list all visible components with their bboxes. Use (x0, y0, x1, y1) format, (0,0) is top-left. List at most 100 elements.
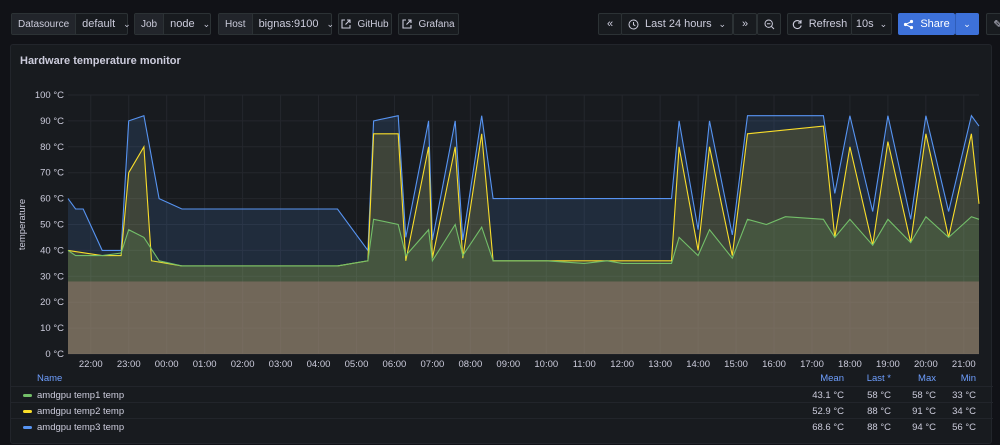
y-tick-label: 10 °C (40, 323, 64, 334)
x-tick-label: 03:00 (269, 359, 293, 370)
legend-row[interactable]: amdgpu temp2 temp 52.9 °C 88 °C 91 °C 34 °C (11, 402, 993, 419)
time-range-value: Last 24 hours (645, 18, 712, 30)
github-link-button[interactable]: GitHub (338, 13, 392, 35)
legend-stat-value: 88 °C (867, 422, 891, 433)
legend-column-header[interactable]: Mean (820, 373, 844, 384)
legend-stat-value: 88 °C (867, 406, 891, 417)
legend-column-header[interactable]: Max (918, 373, 936, 384)
dashboard-toolbar: Datasource default ⌄ Job node ⌄ Host bigna… (0, 0, 1000, 46)
legend-stat-value: 58 °C (912, 390, 936, 401)
legend-stat-value: 33 °C (952, 390, 976, 401)
external-link-icon (402, 19, 412, 29)
x-tick-label: 18:00 (838, 359, 862, 370)
y-tick-label: 100 °C (35, 90, 64, 101)
x-tick-label: 16:00 (762, 359, 786, 370)
share-options-button[interactable]: ⌄ (955, 13, 979, 35)
share-button[interactable]: Share (898, 13, 955, 35)
x-tick-label: 07:00 (421, 359, 445, 370)
legend-stat-value: 52.9 °C (812, 406, 844, 417)
host-value: bignas:9100 (258, 18, 319, 30)
temperature-panel: Hardware temperature monitor 0 °C 10 °C 20… (10, 44, 993, 444)
edit-button[interactable]: ✎ (986, 13, 1000, 35)
y-tick-label: 0 °C (45, 349, 64, 360)
datasource-variable[interactable]: Datasource default ⌄ (11, 13, 131, 35)
legend-series-name: amdgpu temp2 temp (37, 406, 125, 417)
chevron-down-icon: ⌄ (963, 18, 971, 29)
legend-row[interactable]: amdgpu temp3 temp 68.6 °C 88 °C 94 °C 56 °C (11, 418, 993, 435)
x-tick-label: 00:00 (155, 359, 179, 370)
clock-icon (628, 19, 639, 30)
datasource-label: Datasource (12, 14, 77, 34)
y-tick-label: 40 °C (40, 245, 64, 256)
y-tick-label: 50 °C (40, 220, 64, 231)
x-tick-label: 08:00 (458, 359, 482, 370)
time-shift-forward-button[interactable]: » (733, 13, 757, 35)
grafana-label: Grafana (418, 18, 455, 30)
x-tick-label: 15:00 (724, 359, 748, 370)
x-tick-label: 11:00 (573, 359, 596, 370)
legend-column-header[interactable]: Name (37, 373, 62, 384)
legend-color-swatch (23, 426, 32, 429)
legend-stat-value: 43.1 °C (812, 390, 844, 401)
refresh-label: Refresh (808, 18, 848, 30)
x-tick-label: 06:00 (383, 359, 407, 370)
y-tick-label: 90 °C (40, 116, 64, 127)
y-tick-label: 70 °C (40, 168, 64, 179)
legend-row[interactable]: amdgpu temp1 temp 43.1 °C 58 °C 58 °C 33 °C (11, 386, 993, 403)
legend-stat-value: 58 °C (867, 390, 891, 401)
chevron-down-icon: ⌄ (202, 18, 211, 29)
time-range-picker[interactable]: Last 24 hours ⌄ (621, 13, 733, 35)
job-variable[interactable]: Job node ⌄ (134, 13, 211, 35)
legend-stat-value: 34 °C (952, 406, 976, 417)
legend-series-name: amdgpu temp3 temp (37, 422, 125, 433)
grafana-link-button[interactable]: Grafana (398, 13, 459, 35)
x-tick-label: 12:00 (610, 359, 634, 370)
legend-color-swatch (23, 394, 32, 397)
host-label: Host (219, 14, 253, 34)
pencil-icon: ✎ (993, 18, 1000, 31)
legend-header: Name Mean Last * Max Min (11, 370, 993, 386)
time-shift-back-button[interactable]: « (598, 13, 622, 35)
refresh-icon (792, 19, 803, 30)
legend-stat-value: 94 °C (912, 422, 936, 433)
x-tick-label: 09:00 (496, 359, 520, 370)
x-tick-label: 05:00 (345, 359, 369, 370)
y-tick-label: 60 °C (40, 194, 64, 205)
x-tick-label: 01:00 (193, 359, 217, 370)
legend-color-swatch (23, 410, 32, 413)
y-tick-label: 30 °C (40, 271, 64, 282)
share-icon (903, 19, 914, 30)
legend-column-header[interactable]: Min (961, 373, 976, 384)
x-tick-label: 02:00 (231, 359, 255, 370)
y-tick-label: 20 °C (40, 297, 64, 308)
x-tick-label: 23:00 (117, 359, 141, 370)
chevrons-right-icon: » (741, 18, 749, 30)
x-tick-label: 17:00 (800, 359, 824, 370)
legend-stat-value: 56 °C (952, 422, 976, 433)
chevron-down-icon: ⌄ (718, 18, 726, 29)
x-tick-label: 10:00 (534, 359, 558, 370)
zoom-out-icon (763, 18, 775, 30)
x-tick-label: 19:00 (876, 359, 900, 370)
zoom-out-button[interactable] (757, 13, 781, 35)
x-tick-label: 20:00 (914, 359, 938, 370)
refresh-interval-value: 10s (855, 18, 874, 30)
share-label: Share (920, 18, 950, 30)
legend-series-name: amdgpu temp1 temp (37, 390, 125, 401)
host-variable[interactable]: Host bignas:9100 ⌄ (218, 13, 334, 35)
x-tick-label: 14:00 (686, 359, 710, 370)
refresh-interval-picker[interactable]: 10s ⌄ (851, 13, 892, 35)
refresh-button[interactable]: Refresh (787, 13, 852, 35)
job-value: node (170, 18, 195, 30)
y-tick-label: 80 °C (40, 142, 64, 153)
job-label: Job (135, 14, 165, 34)
legend-stat-value: 91 °C (912, 406, 936, 417)
github-label: GitHub (357, 18, 389, 30)
chevron-down-icon: ⌄ (123, 18, 131, 29)
legend-column-header[interactable]: Last * (867, 373, 891, 384)
chevron-down-icon: ⌄ (879, 18, 888, 29)
datasource-value: default (82, 18, 116, 30)
x-tick-label: 22:00 (79, 359, 103, 370)
external-link-icon (341, 19, 351, 29)
chevrons-left-icon: « (606, 18, 614, 30)
